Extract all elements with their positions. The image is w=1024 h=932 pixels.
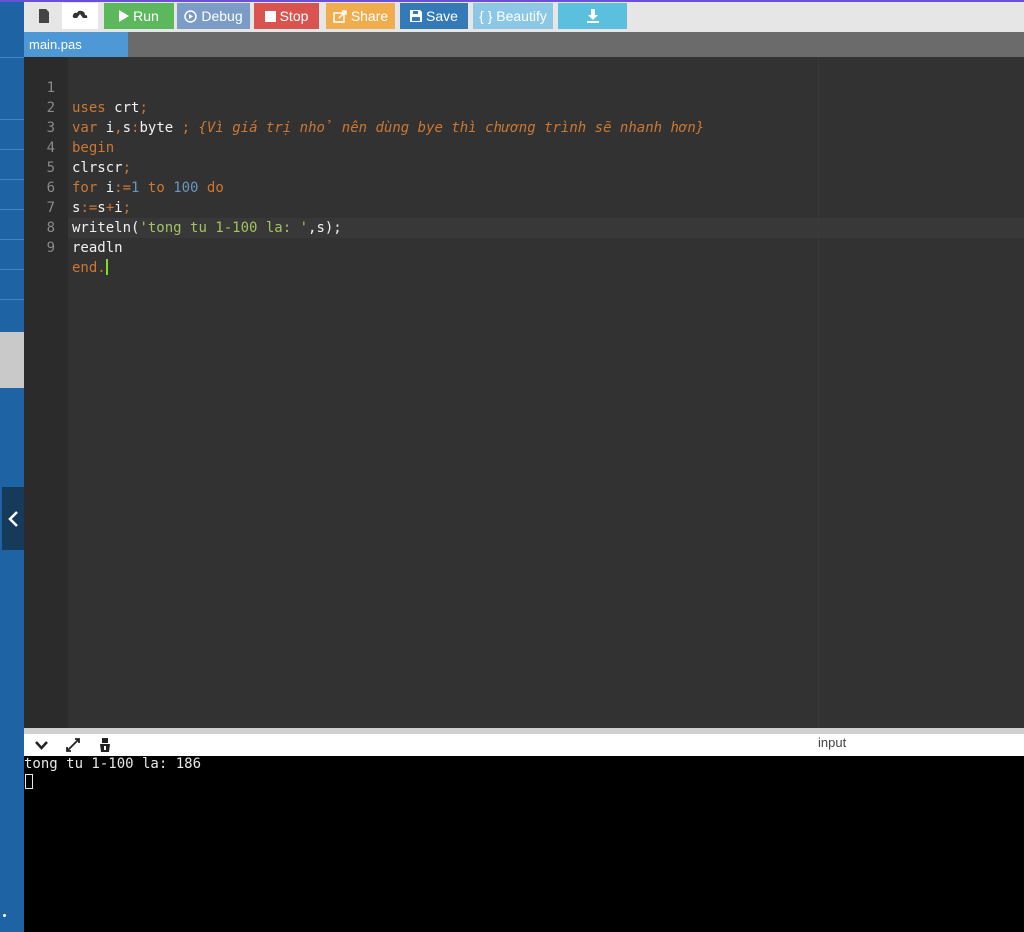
new-file-button[interactable] xyxy=(28,3,60,29)
code-line: 1 uses crt; xyxy=(24,58,1024,116)
console-output-text: tong tu 1-100 la: 186 xyxy=(24,756,202,772)
save-icon xyxy=(410,10,423,22)
expand-icon xyxy=(66,738,80,752)
share-icon xyxy=(333,9,347,23)
upload-button[interactable] xyxy=(62,3,98,29)
code-text: readln xyxy=(72,240,123,256)
code-line: 5 for i:=1 to 100 do xyxy=(24,138,1024,196)
output-console[interactable]: tong tu 1-100 la: 186 xyxy=(24,756,1024,932)
text-cursor xyxy=(105,259,108,275)
cloud-upload-icon xyxy=(72,10,88,22)
file-icon xyxy=(39,9,49,23)
sidebar-divider xyxy=(0,149,24,150)
play-icon xyxy=(119,10,130,22)
clear-console-button[interactable] xyxy=(96,737,114,753)
chevron-left-icon xyxy=(8,510,18,527)
save-button[interactable]: Save xyxy=(400,3,468,29)
code-line: 4 clrscr; xyxy=(24,118,1024,176)
debug-button[interactable]: Debug xyxy=(177,3,250,29)
input-label[interactable]: input xyxy=(818,735,846,750)
code-line: 7 writeln('tong tu 1-100 la: ',s); xyxy=(24,178,1024,236)
sidebar-divider xyxy=(0,119,24,120)
sidebar-divider xyxy=(0,57,24,58)
code-line: 3 begin xyxy=(24,98,1024,156)
code-line: 8 readln xyxy=(24,198,1024,256)
sidebar-scroll-thumb[interactable] xyxy=(0,332,24,388)
run-label: Run xyxy=(133,8,159,24)
toolbar: Run Debug Stop Share Save { } Beautify xyxy=(24,2,1024,32)
stop-icon xyxy=(264,10,276,22)
sidebar-divider xyxy=(0,209,24,210)
expand-console-button[interactable] xyxy=(64,737,82,753)
run-button[interactable]: Run xyxy=(104,3,174,29)
share-button[interactable]: Share xyxy=(326,3,395,29)
eraser-icon xyxy=(100,738,110,752)
code-text: end. xyxy=(72,259,108,276)
download-button[interactable] xyxy=(558,3,627,29)
console-cursor xyxy=(25,774,33,789)
share-label: Share xyxy=(350,8,389,24)
save-label: Save xyxy=(426,8,458,24)
download-icon xyxy=(586,9,599,23)
stop-label: Stop xyxy=(279,8,309,24)
sidebar-divider xyxy=(0,239,24,240)
sidebar-divider xyxy=(0,269,24,270)
tab-main-pas[interactable]: main.pas xyxy=(24,32,128,57)
beautify-button[interactable]: { } Beautify xyxy=(473,3,553,29)
debug-icon xyxy=(184,9,198,23)
left-sidebar xyxy=(0,2,24,932)
line-number: 9 xyxy=(46,240,55,256)
stop-button[interactable]: Stop xyxy=(254,3,319,29)
code-line: 9 end. xyxy=(24,218,1024,276)
beautify-label: { } Beautify xyxy=(479,8,547,24)
code-line: 6 s:=s+i; xyxy=(24,158,1024,216)
sidebar-divider xyxy=(0,179,24,180)
collapse-sidebar-button[interactable] xyxy=(2,487,24,550)
minimize-console-button[interactable] xyxy=(32,737,50,753)
file-tab-bar: main.pas xyxy=(24,32,1024,57)
code-editor[interactable]: 1 uses crt; 2 var i,s:byte ; {Vì giá trị… xyxy=(24,57,1024,728)
chevron-down-icon xyxy=(34,740,48,750)
sidebar-dot xyxy=(3,914,6,917)
code-line: 2 var i,s:byte ; {Vì giá trị nhỏ nên dùn… xyxy=(24,78,1024,136)
debug-label: Debug xyxy=(201,8,243,24)
console-toolbar: input xyxy=(24,734,1024,756)
sidebar-divider xyxy=(0,299,24,300)
